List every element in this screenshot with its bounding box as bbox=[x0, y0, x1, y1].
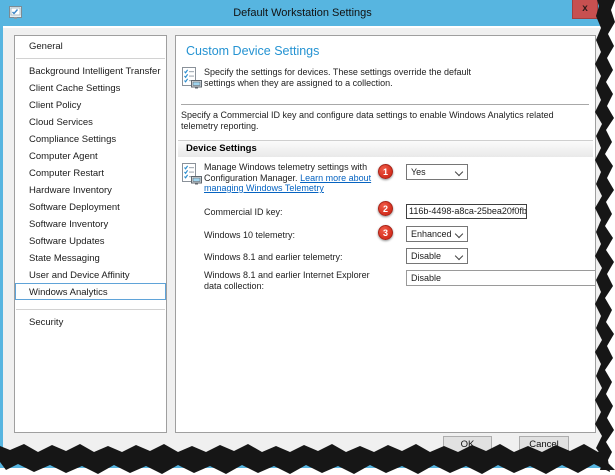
sidebar-item-software-deployment[interactable]: Software Deployment bbox=[15, 198, 166, 215]
window-title: Default Workstation Settings bbox=[233, 7, 372, 19]
sidebar-item-windows-analytics[interactable]: Windows Analytics bbox=[15, 283, 166, 300]
separator-line bbox=[181, 104, 589, 105]
device-settings-checklist-icon bbox=[182, 67, 202, 89]
chevron-down-icon bbox=[454, 167, 464, 177]
ok-button[interactable]: OK bbox=[443, 436, 492, 454]
annotation-badge-1: 1 bbox=[378, 164, 393, 179]
win81-telemetry-dropdown[interactable]: Disable bbox=[406, 248, 468, 264]
sidebar-separator bbox=[16, 58, 165, 59]
sidebar-item-software-updates[interactable]: Software Updates bbox=[15, 232, 166, 249]
panel-intro-text: Specify the settings for devices. These … bbox=[204, 67, 471, 88]
manage-telemetry-dropdown[interactable]: Yes bbox=[406, 164, 468, 180]
default-workstation-settings-dialog: Default Workstation Settings x General Ba… bbox=[0, 0, 605, 468]
titlebar: Default Workstation Settings x bbox=[0, 0, 605, 26]
win10-telemetry-label: Windows 10 telemetry: bbox=[204, 230, 296, 240]
custom-device-settings-panel: Custom Device Settings Specify the setti… bbox=[175, 35, 596, 433]
close-button[interactable]: x bbox=[572, 0, 598, 19]
sidebar-item-compliance-settings[interactable]: Compliance Settings bbox=[15, 130, 166, 147]
dialog-body: General Background Intelligent Transfer Cl… bbox=[3, 26, 602, 463]
sidebar-item-general[interactable]: General bbox=[15, 36, 166, 56]
annotation-badge-3: 3 bbox=[378, 225, 393, 240]
device-settings-group-header: Device Settings bbox=[178, 140, 593, 157]
chevron-down-icon bbox=[454, 229, 464, 239]
win81-ie-label: Windows 8.1 and earlier Internet Explore… bbox=[204, 270, 370, 291]
sidebar-item-software-inventory[interactable]: Software Inventory bbox=[15, 215, 166, 232]
telemetry-checklist-icon bbox=[182, 163, 202, 185]
commercial-id-input[interactable]: 116b-4498-a8ca-25bea20f0fb5 bbox=[406, 204, 527, 219]
panel-description-text: Specify a Commercial ID key and configur… bbox=[181, 110, 554, 131]
win81-ie-dropdown[interactable]: Disable bbox=[406, 270, 595, 286]
sidebar-item-client-policy[interactable]: Client Policy bbox=[15, 96, 166, 113]
win81-telemetry-label: Windows 8.1 and earlier telemetry: bbox=[204, 252, 343, 262]
sidebar-item-cloud-services[interactable]: Cloud Services bbox=[15, 113, 166, 130]
sidebar-item-security[interactable]: Security bbox=[15, 313, 166, 330]
win10-telemetry-dropdown[interactable]: Enhanced bbox=[406, 226, 468, 242]
manage-telemetry-label: Manage Windows telemetry settings with C… bbox=[204, 162, 372, 193]
sidebar-item-hardware-inventory[interactable]: Hardware Inventory bbox=[15, 181, 166, 198]
sidebar-item-state-messaging[interactable]: State Messaging bbox=[15, 249, 166, 266]
annotation-badge-2: 2 bbox=[378, 201, 393, 216]
settings-nav-list: General Background Intelligent Transfer Cl… bbox=[14, 35, 167, 433]
chevron-down-icon bbox=[454, 251, 464, 261]
sidebar-separator bbox=[16, 309, 165, 310]
sidebar-item-user-and-device-affinity[interactable]: User and Device Affinity bbox=[15, 266, 166, 283]
screenshot-root: Default Workstation Settings x General Ba… bbox=[0, 0, 615, 475]
sidebar-item-background-intelligent-transfer[interactable]: Background Intelligent Transfer bbox=[15, 62, 166, 79]
commercial-id-label: Commercial ID key: bbox=[204, 207, 283, 217]
sidebar-item-computer-restart[interactable]: Computer Restart bbox=[15, 164, 166, 181]
cancel-button[interactable]: Cancel bbox=[519, 436, 569, 454]
sidebar-item-client-cache-settings[interactable]: Client Cache Settings bbox=[15, 79, 166, 96]
sidebar-item-computer-agent[interactable]: Computer Agent bbox=[15, 147, 166, 164]
panel-title: Custom Device Settings bbox=[186, 44, 320, 58]
